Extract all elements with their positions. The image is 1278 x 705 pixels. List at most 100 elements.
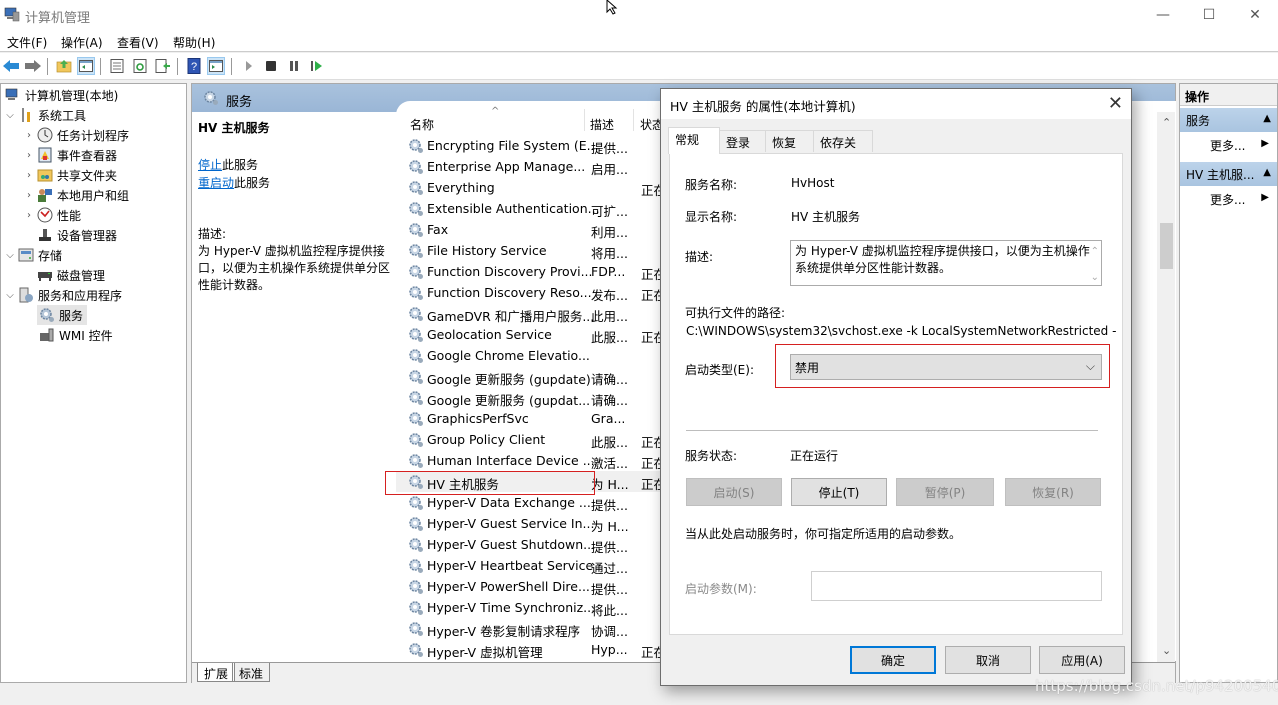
refresh-icon[interactable] [131, 57, 149, 75]
tab-recovery[interactable]: 恢复 [765, 130, 814, 152]
menu-view[interactable]: 查看(V) [117, 34, 159, 51]
menu-help[interactable]: 帮助(H) [173, 34, 215, 51]
tree-item-services-and-apps[interactable]: ⌵ 服务和应用程序 [4, 285, 122, 305]
chevron-down-icon[interactable]: ⌵ [4, 110, 16, 121]
tab-extended[interactable]: 扩展 [197, 663, 236, 682]
apply-button[interactable]: 应用(A) [1039, 646, 1125, 674]
close-icon[interactable]: ✕ [1108, 93, 1123, 114]
close-button[interactable]: ✕ [1232, 0, 1278, 30]
export-icon[interactable] [154, 57, 172, 75]
tree-item-disk-management[interactable]: 磁盘管理 [35, 265, 105, 285]
resume-button[interactable]: 恢复(R) [1005, 478, 1101, 506]
collapse-icon[interactable]: ▲ [1263, 113, 1271, 124]
tab-standard[interactable]: 标准 [232, 663, 271, 682]
service-name-label: 服务名称: [685, 178, 738, 192]
chevron-down-icon[interactable]: ⌵ [4, 290, 16, 301]
column-header-name[interactable]: 名称 [410, 116, 434, 133]
more-actions-link[interactable]: 更多... [1210, 137, 1245, 154]
restart-service-link[interactable]: 重启动 [198, 176, 234, 190]
service-description-cell: 请确... [591, 372, 628, 387]
actions-section-services[interactable]: 服务 ▲ [1180, 108, 1277, 132]
tree-item-local-users[interactable]: › 本地用户和组 [23, 185, 129, 205]
actions-section-hv-host[interactable]: HV 主机服... ▲ [1180, 162, 1277, 186]
services-scrollbar[interactable]: ⌃ ⌄ [1157, 112, 1175, 662]
restart-service-line: 重启动此服务 [198, 176, 271, 190]
tree-item-task-scheduler[interactable]: › 任务计划程序 [23, 125, 129, 145]
start-params-input[interactable] [811, 571, 1102, 601]
tab-logon[interactable]: 登录 [719, 130, 766, 152]
service-name-cell: Hyper-V PowerShell Dire... [427, 579, 590, 594]
service-name-cell: Human Interface Device ... [427, 453, 595, 468]
menu-file[interactable]: 文件(F) [7, 34, 47, 51]
scroll-up-icon[interactable]: ⌃ [1091, 243, 1099, 260]
forward-icon[interactable] [24, 57, 42, 75]
pause-button[interactable]: 暂停(P) [896, 478, 994, 506]
gear-icon [408, 243, 424, 259]
stop-button[interactable]: 停止(T) [791, 478, 887, 506]
exe-path-value: C:\WINDOWS\system32\svchost.exe -k Local… [686, 324, 1117, 338]
ok-button[interactable]: 确定 [850, 646, 936, 674]
chevron-right-icon[interactable]: › [23, 210, 35, 221]
show-hide-tree-icon[interactable] [77, 57, 95, 75]
collapse-icon[interactable]: ▲ [1263, 167, 1271, 178]
tab-dependencies[interactable]: 依存关系 [813, 130, 873, 167]
cancel-button[interactable]: 取消 [945, 646, 1031, 674]
gear-icon [408, 495, 424, 511]
service-description-cell: 激活... [591, 456, 628, 471]
tree-item-system-tools[interactable]: ⌵ 系统工具 [4, 105, 86, 125]
shared-folder-icon [37, 169, 53, 182]
service-description-cell: 为 H... [591, 477, 629, 492]
tree-item-performance[interactable]: › 性能 [23, 205, 81, 225]
description-textbox[interactable]: 为 Hyper-V 虚拟机监控程序提供接口，以便为主机操作系统提供单分区性能计数… [790, 240, 1102, 286]
up-folder-icon[interactable] [55, 57, 73, 75]
stop-service-icon[interactable] [262, 57, 280, 75]
gear-icon [408, 621, 424, 637]
chevron-right-icon[interactable]: › [23, 170, 35, 181]
tree-root[interactable]: 计算机管理(本地) [3, 85, 118, 105]
tree-item-shared-folders[interactable]: › 共享文件夹 [23, 165, 117, 185]
resume-service-icon[interactable] [308, 57, 326, 75]
gear-icon [408, 411, 424, 427]
service-description-cell: 通过... [591, 561, 628, 576]
more-actions-link[interactable]: 更多... [1210, 191, 1245, 208]
gear-icon [408, 390, 424, 406]
chevron-right-icon[interactable]: › [23, 150, 35, 161]
service-name-cell: Hyper-V Time Synchroniz... [427, 600, 596, 615]
start-service-icon[interactable] [240, 57, 258, 75]
scrollbar-thumb[interactable] [1160, 223, 1173, 269]
tree-item-event-viewer[interactable]: › 事件查看器 [23, 145, 117, 165]
tree-item-wmi-control[interactable]: WMI 控件 [37, 325, 113, 345]
pause-service-icon[interactable] [285, 57, 303, 75]
back-icon[interactable] [2, 57, 20, 75]
gear-icon [204, 91, 218, 105]
column-header-description[interactable]: 描述 [590, 116, 614, 133]
scroll-up-icon[interactable]: ⌃ [1162, 116, 1171, 129]
start-button[interactable]: 启动(S) [686, 478, 782, 506]
tree-item-storage[interactable]: ⌵ 存储 [4, 245, 62, 265]
service-status-label: 服务状态: [685, 449, 738, 463]
minimize-button[interactable]: — [1140, 0, 1186, 30]
startup-type-select[interactable]: 禁用 ⌵ [790, 354, 1102, 380]
chevron-right-icon[interactable]: › [23, 190, 35, 201]
computer-management-icon [5, 88, 18, 100]
tree-item-device-manager[interactable]: 设备管理器 [35, 225, 117, 245]
tab-general[interactable]: 常规 [668, 127, 720, 154]
gear-icon [408, 516, 424, 532]
window-title: 计算机管理 [25, 11, 91, 26]
stop-service-link[interactable]: 停止 [198, 158, 222, 172]
gear-icon [408, 201, 424, 217]
scroll-down-icon[interactable]: ⌄ [1162, 644, 1171, 657]
chevron-down-icon[interactable]: ⌵ [4, 250, 16, 261]
service-name-cell: Google Chrome Elevatio... [427, 348, 590, 363]
maximize-button[interactable]: ☐ [1186, 0, 1232, 30]
tree-item-services[interactable]: 服务 [37, 305, 88, 325]
service-name-cell: File History Service [427, 243, 547, 258]
show-action-pane-icon[interactable] [207, 57, 225, 75]
scroll-down-icon[interactable]: ⌄ [1091, 269, 1099, 286]
help-icon[interactable]: ? [185, 57, 203, 75]
gear-icon [408, 579, 424, 595]
service-description-cell: 提供... [591, 540, 628, 555]
menu-action[interactable]: 操作(A) [61, 34, 103, 51]
chevron-right-icon[interactable]: › [23, 130, 35, 141]
properties-icon[interactable] [108, 57, 126, 75]
